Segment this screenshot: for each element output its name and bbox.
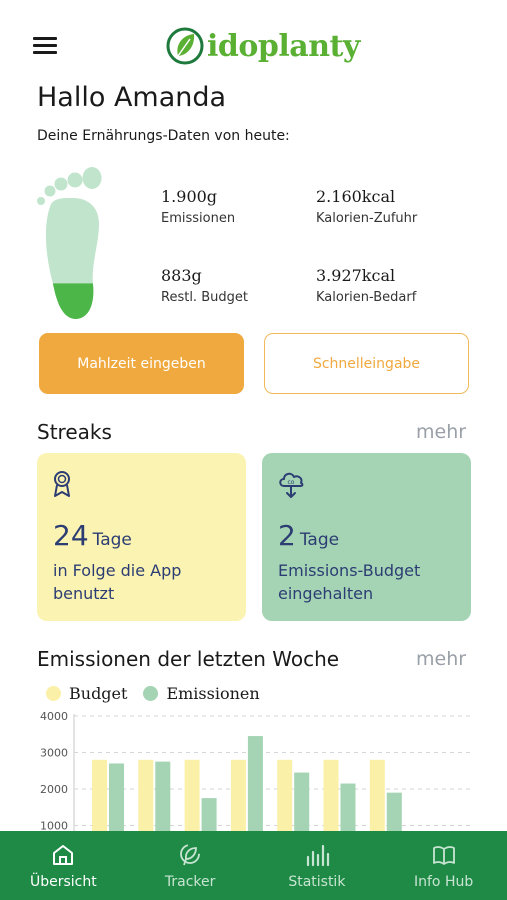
stat-calorie-intake: 2.160kcal Kalorien-Zufuhr: [316, 187, 417, 226]
legend-swatch: [46, 686, 61, 701]
tab-tracker[interactable]: Tracker: [127, 831, 254, 900]
book-icon: [432, 845, 455, 865]
leaf-tracker-icon: [180, 843, 201, 865]
budget-bar: [138, 759, 154, 836]
enter-meal-button[interactable]: Mahlzeit eingeben: [39, 333, 244, 394]
stat-label: Emissionen: [161, 211, 236, 226]
streak-number: 24 Tage: [53, 519, 132, 552]
stat-calorie-need: 3.927kcal Kalorien-Bedarf: [316, 266, 416, 305]
tab-label: Info Hub: [414, 873, 474, 890]
home-icon: [53, 844, 74, 865]
footprint-icon: [37, 167, 102, 319]
app-logo: idoplanty: [165, 16, 360, 76]
legend-item-emissions: Emissionen: [143, 684, 260, 703]
stat-value: 3.927kcal: [316, 266, 396, 285]
y-tick-label: 2000: [40, 783, 68, 796]
stat-value: 1.900g: [161, 187, 218, 206]
emissions-week-title: Emissionen der letzten Woche: [37, 647, 340, 671]
greeting-title: Hallo Amanda: [37, 82, 227, 113]
budget-bar: [230, 759, 246, 836]
streak-card-app-usage[interactable]: 24 Tage in Folge die App benutzt: [37, 453, 246, 621]
streak-description: Emissions-Budget eingehalten: [278, 561, 421, 603]
stat-label: Kalorien-Zufuhr: [316, 211, 418, 226]
svg-text:co: co: [288, 479, 295, 486]
quick-entry-button[interactable]: Schnelleingabe: [264, 333, 469, 394]
emission-bar: [109, 763, 124, 836]
bottom-tab-bar: Übersicht Tracker Statistik Info Hub: [0, 831, 507, 900]
emissions-more-link[interactable]: mehr: [416, 648, 466, 670]
stat-label: Restl. Budget: [161, 290, 248, 305]
emission-bar: [340, 783, 356, 836]
streak-number: 2 Tage: [278, 519, 340, 552]
y-tick-label: 4000: [40, 710, 68, 723]
legend-swatch: [143, 686, 159, 701]
tab-info-hub[interactable]: Info Hub: [380, 831, 507, 900]
logo-text: idoplanty: [207, 28, 360, 64]
tab-label: Tracker: [164, 873, 216, 890]
legend-label: Emissionen: [166, 684, 260, 703]
stat-emissions: 1.900g Emissionen: [161, 187, 235, 226]
budget-bar: [323, 759, 339, 836]
tab-statistics[interactable]: Statistik: [254, 831, 381, 900]
stat-remaining-budget: 883g Restl. Budget: [161, 266, 248, 305]
emission-bar: [247, 736, 263, 836]
daily-data-subtitle: Deine Ernährungs-Daten von heute:: [37, 128, 290, 144]
chart-legend: Budget Emissionen: [46, 684, 276, 703]
streak-card-emission-budget[interactable]: co 2 Tage Emissions-Budget eingehalten: [262, 453, 471, 621]
stat-value: 2.160kcal: [316, 187, 396, 206]
streaks-more-link[interactable]: mehr: [416, 421, 466, 443]
streaks-title: Streaks: [37, 420, 112, 444]
tab-label: Statistik: [288, 873, 346, 890]
budget-bar: [369, 759, 385, 836]
y-tick-label: 3000: [40, 747, 68, 760]
stat-label: Kalorien-Bedarf: [316, 290, 417, 305]
emission-bar: [155, 761, 171, 836]
award-ribbon-icon: [54, 471, 70, 497]
streak-description: in Folge die App benutzt: [53, 561, 182, 603]
bar-chart-icon: [306, 844, 329, 866]
tab-overview[interactable]: Übersicht: [0, 831, 127, 900]
budget-bar: [277, 759, 293, 836]
leaf-logo-icon: [166, 27, 204, 65]
emissions-bar-chart: 4000300020001000: [40, 710, 470, 836]
emission-bar: [386, 792, 402, 836]
cloud-co2-down-icon: co: [279, 472, 304, 498]
legend-label: Budget: [69, 684, 128, 703]
menu-icon[interactable]: [33, 37, 57, 54]
budget-bar: [184, 759, 200, 836]
streak-unit: Tage: [92, 530, 132, 550]
legend-item-budget: Budget: [46, 684, 127, 703]
stat-value: 883g: [161, 266, 202, 285]
top-bar: idoplanty: [0, 0, 507, 80]
tab-label: Übersicht: [30, 873, 97, 890]
emission-bar: [294, 772, 310, 836]
budget-bar: [92, 759, 107, 836]
streak-unit: Tage: [299, 530, 340, 550]
